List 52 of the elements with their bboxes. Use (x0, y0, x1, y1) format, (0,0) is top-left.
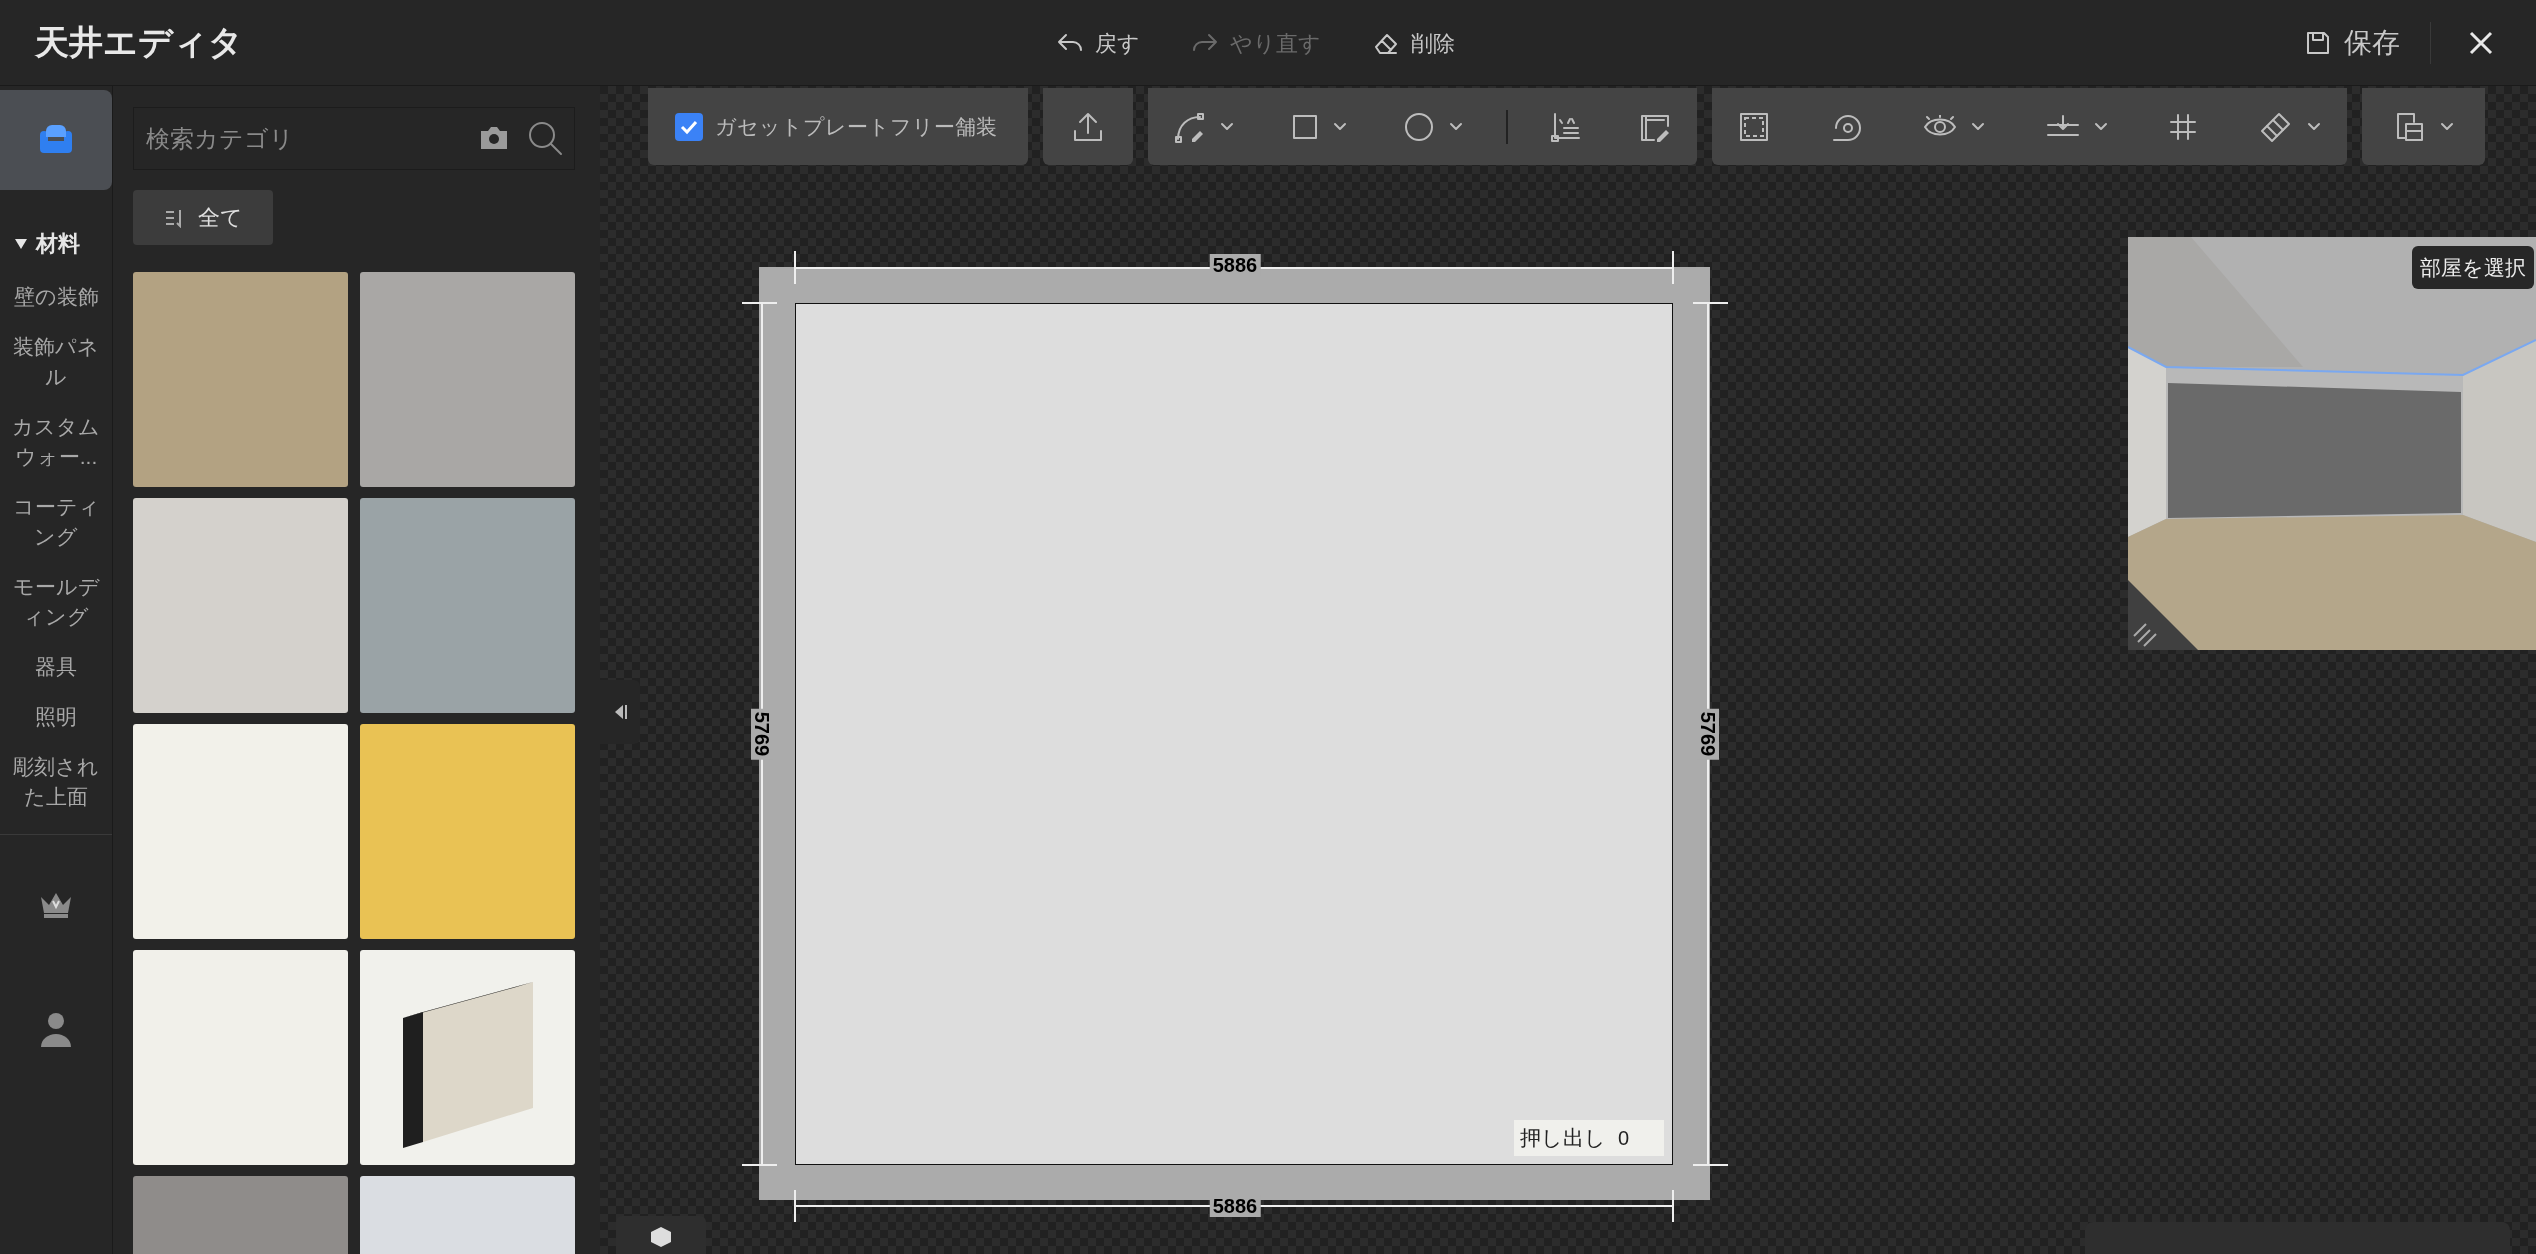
material-swatch[interactable] (360, 272, 575, 487)
category-item[interactable]: モールディング (8, 572, 104, 632)
caret-down-icon (2306, 121, 2321, 132)
ceiling-area[interactable]: 押し出し 0 (795, 303, 1673, 1165)
resize-handle-icon (2128, 580, 2198, 650)
extrude-field[interactable]: 押し出し 0 (1514, 1120, 1664, 1156)
search-field[interactable]: 検索カテゴリ (133, 107, 575, 170)
erase-button[interactable]: 削除 (1371, 26, 1455, 60)
category-item[interactable]: コーティング (8, 492, 104, 552)
material-swatch[interactable] (133, 950, 348, 1165)
category-item[interactable]: 装飾パネル (8, 332, 104, 392)
filter-button[interactable]: 全て (133, 190, 273, 245)
square-icon (1290, 112, 1319, 141)
caret-down-icon (2439, 121, 2454, 132)
caret-down-icon (1332, 121, 1347, 132)
caret-down-icon (1971, 121, 1986, 132)
save-button[interactable]: 保存 (2304, 21, 2431, 64)
extrude-value: 0 (1618, 1126, 1630, 1151)
category-item[interactable]: 照明 (8, 702, 104, 732)
gusset-label: ガセットプレートフリー舗装 (715, 113, 997, 140)
app-title: 天井エディタ (35, 22, 243, 63)
category-item[interactable]: カスタムウォー... (8, 412, 104, 472)
category-item[interactable]: 器具 (8, 652, 104, 682)
view-3d-button[interactable] (616, 1216, 706, 1254)
search-icon (527, 120, 563, 156)
undo-button[interactable]: 戻す (1055, 26, 1140, 60)
material-swatch[interactable] (133, 498, 348, 713)
camera-icon (479, 125, 509, 151)
upload-icon (1072, 110, 1104, 143)
caret-down-icon (2093, 121, 2108, 132)
caret-down-icon (1220, 121, 1234, 132)
collapse-panel-button[interactable] (600, 680, 640, 744)
material-swatch[interactable] (133, 724, 348, 939)
circle-icon (1403, 110, 1436, 143)
material-swatch[interactable] (133, 272, 348, 487)
dashed-square-icon (1738, 110, 1770, 143)
hash-icon (2168, 111, 2199, 142)
category-item[interactable]: 彫刻された上面 (8, 752, 104, 812)
category-header[interactable]: 材料 (0, 227, 112, 260)
triangle-down-icon (14, 237, 28, 250)
curve-pen-icon (1174, 110, 1206, 143)
crown-icon (39, 891, 73, 919)
material-swatch[interactable] (360, 498, 575, 713)
material-swatch[interactable] (360, 724, 575, 939)
caret-down-icon (1449, 121, 1464, 132)
extrude-label: 押し出し (1520, 1125, 1606, 1152)
dimension-light-icon (1550, 110, 1583, 143)
select-room-button[interactable]: 部屋を選択 (2412, 246, 2534, 289)
category-item[interactable]: 壁の装飾 (8, 282, 104, 312)
gusset-checkbox[interactable] (675, 112, 703, 141)
product-tile[interactable] (360, 950, 575, 1165)
user-icon (39, 1011, 73, 1047)
